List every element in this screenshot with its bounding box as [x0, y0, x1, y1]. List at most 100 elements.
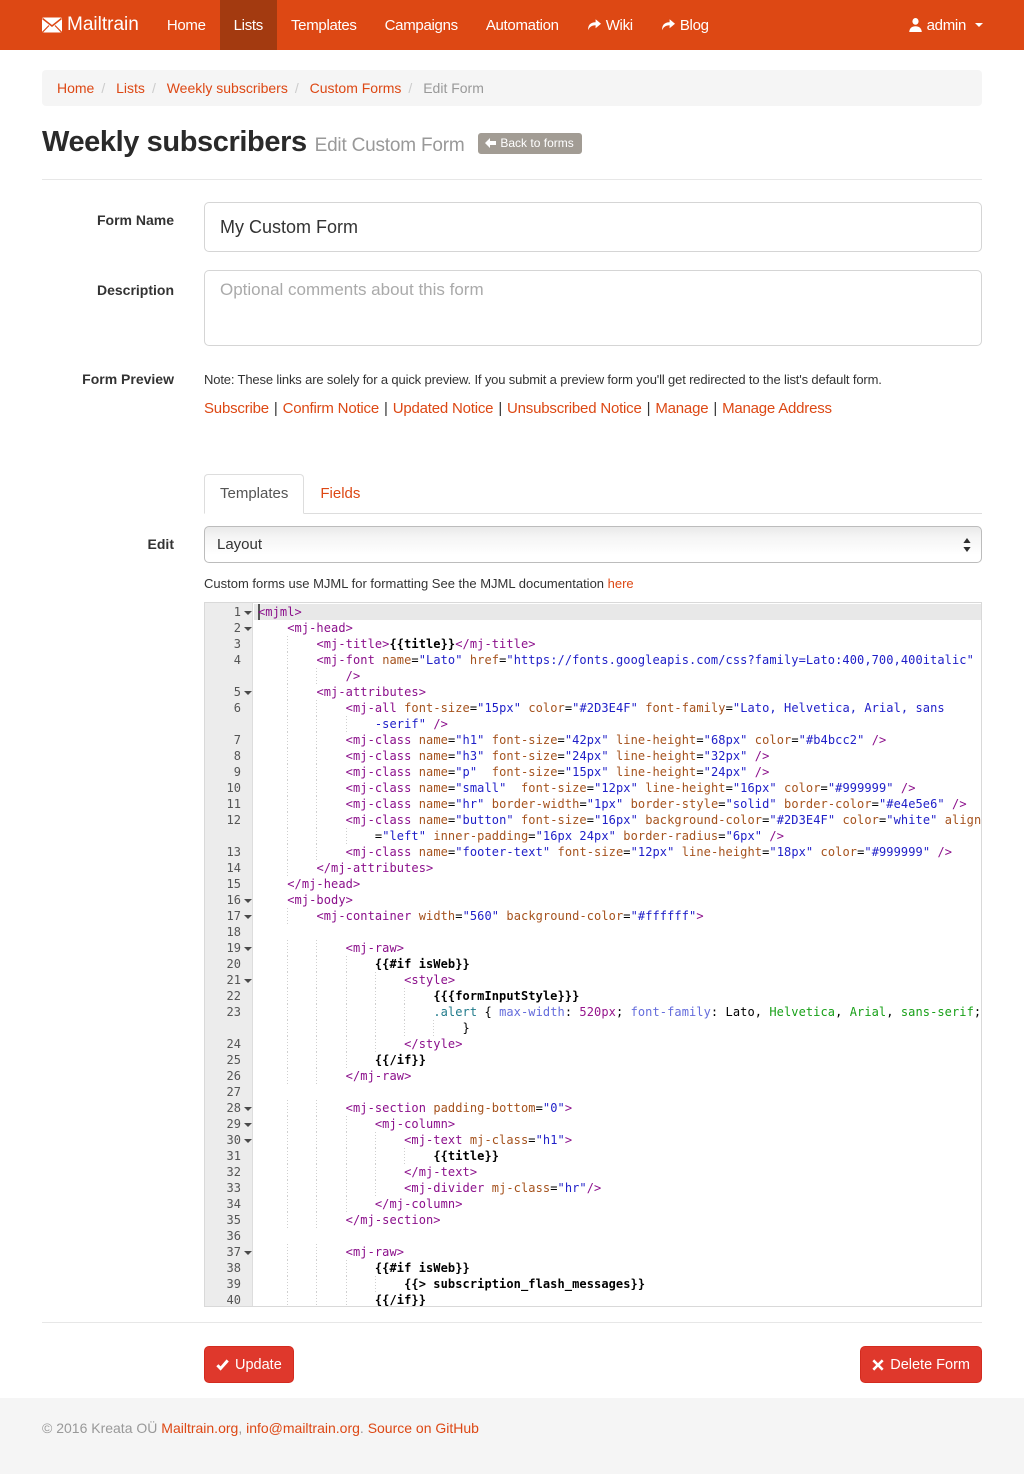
- code-token: [411, 749, 418, 763]
- preview-link-subscribe[interactable]: Subscribe: [204, 400, 269, 417]
- code-token: "12px": [594, 781, 638, 795]
- code-line: 3 <mj-title>{{title}}</mj-title>: [205, 636, 981, 652]
- code-token: [777, 781, 784, 795]
- fold-arrow-icon[interactable]: [244, 1123, 252, 1127]
- edit-template-select[interactable]: Layout: [204, 526, 982, 563]
- code-token: [258, 733, 346, 747]
- code-token: "hr": [558, 1181, 587, 1195]
- nav-item-templates[interactable]: Templates: [277, 0, 371, 50]
- fold-arrow-icon[interactable]: [244, 947, 252, 951]
- code-token: sans-serif: [901, 1005, 974, 1019]
- code-token: color: [755, 733, 792, 747]
- select-caret-icon: [963, 538, 971, 555]
- navbar: Mailtrain Home Lists Templates Campaigns…: [0, 0, 1024, 50]
- breadcrumb-home[interactable]: Home: [57, 80, 94, 96]
- code-line: 28 <mj-section padding-bottom="0">: [205, 1100, 981, 1116]
- code-token: [777, 797, 784, 811]
- preview-links: Subscribe|Confirm Notice|Updated Notice|…: [204, 400, 982, 417]
- preview-link-manage-address[interactable]: Manage Address: [722, 400, 832, 417]
- breadcrumb-list-name[interactable]: Weekly subscribers: [167, 80, 288, 96]
- code-token: "15px": [565, 765, 609, 779]
- code-token: [463, 653, 470, 667]
- code-token: [411, 797, 418, 811]
- code-token: "6px": [726, 829, 763, 843]
- code-token: [747, 749, 754, 763]
- code-token: max-width: [499, 1005, 565, 1019]
- code-token: ,: [835, 1005, 850, 1019]
- fold-arrow-icon[interactable]: [244, 691, 252, 695]
- nav-item-label: Lists: [234, 17, 263, 34]
- code-line: 6 <mj-all font-size="15px" color="#2D3E4…: [205, 700, 981, 716]
- footer-link-email[interactable]: info@mailtrain.org: [246, 1420, 360, 1436]
- fold-arrow-icon[interactable]: [244, 1139, 252, 1143]
- fold-arrow-icon[interactable]: [244, 1107, 252, 1111]
- line-number: 15: [205, 876, 253, 892]
- code-token: "left": [382, 829, 426, 843]
- mjml-help: Custom forms use MJML for formatting See…: [204, 576, 982, 591]
- fold-arrow-icon[interactable]: [244, 611, 252, 615]
- code-token: "16px": [733, 781, 777, 795]
- code-token: background-color: [645, 813, 762, 827]
- fold-arrow-icon[interactable]: [244, 979, 252, 983]
- update-button[interactable]: Update: [204, 1346, 294, 1383]
- brand[interactable]: Mailtrain: [42, 0, 153, 50]
- tab-templates[interactable]: Templates: [204, 474, 304, 514]
- preview-link-confirm-notice[interactable]: Confirm Notice: [283, 400, 379, 417]
- code-token: />: [901, 781, 916, 795]
- code-token: font-size: [404, 701, 470, 715]
- nav-item-label: Blog: [680, 17, 709, 34]
- code-token: [258, 765, 346, 779]
- breadcrumb-custom-forms[interactable]: Custom Forms: [310, 80, 402, 96]
- fold-arrow-icon[interactable]: [244, 1251, 252, 1255]
- code-editor[interactable]: 1<mjml>2 <mj-head>3 <mj-title>{{title}}<…: [204, 602, 982, 1307]
- preview-link-manage[interactable]: Manage: [655, 400, 708, 417]
- nav-item-home[interactable]: Home: [153, 0, 220, 50]
- code-token: "#2D3E4F": [769, 813, 835, 827]
- breadcrumb-lists[interactable]: Lists: [116, 80, 145, 96]
- back-to-forms-button[interactable]: Back to forms: [478, 133, 581, 154]
- code-line: 9 <mj-class name="p" font-size="15px" li…: [205, 764, 981, 780]
- code-token: <mj-title>: [316, 637, 389, 651]
- code-token: "https://fonts.googleapis.com/css?family…: [506, 653, 974, 667]
- code-line: 33 <mj-divider mj-class="hr"/>: [205, 1180, 981, 1196]
- code-token: =: [791, 733, 798, 747]
- code-token: [411, 733, 418, 747]
- nav-item-automation[interactable]: Automation: [472, 0, 573, 50]
- preview-link-updated-notice[interactable]: Updated Notice: [393, 400, 494, 417]
- nav-item-lists[interactable]: Lists: [220, 0, 277, 50]
- code-line: 36: [205, 1228, 981, 1244]
- form-name-input[interactable]: [204, 202, 982, 252]
- code-token: "Lato, Helvetica, Arial, sans: [733, 701, 945, 715]
- code-token: border-width: [492, 797, 580, 811]
- mjml-docs-link[interactable]: here: [608, 576, 634, 591]
- code-token: [258, 1037, 404, 1051]
- footer-link-source[interactable]: Source on GitHub: [368, 1420, 479, 1436]
- fold-arrow-icon[interactable]: [244, 627, 252, 631]
- line-number: 32: [205, 1164, 253, 1180]
- code-token: =: [550, 1181, 557, 1195]
- code-token: : Lato,: [711, 1005, 769, 1019]
- code-token: <mj-container: [316, 909, 411, 923]
- nav-item-campaigns[interactable]: Campaigns: [371, 0, 472, 50]
- fold-arrow-icon[interactable]: [244, 915, 252, 919]
- code-token: <mj-class: [346, 813, 412, 827]
- code-token: padding-bottom: [433, 1101, 535, 1115]
- code-line: 21 <style>: [205, 972, 981, 988]
- code-token: name: [419, 765, 448, 779]
- code-token: </style>: [404, 1037, 462, 1051]
- tab-label[interactable]: Templates: [204, 474, 304, 514]
- code-token: [258, 621, 287, 635]
- line-number: 18: [205, 924, 253, 940]
- footer-link-mailtrain[interactable]: Mailtrain.org: [161, 1420, 238, 1436]
- user-menu[interactable]: admin: [895, 0, 997, 50]
- tab-fields[interactable]: Fields: [304, 474, 376, 514]
- preview-link-unsubscribed-notice[interactable]: Unsubscribed Notice: [507, 400, 642, 417]
- fold-arrow-icon[interactable]: [244, 899, 252, 903]
- code-token: {{title}}: [433, 1149, 499, 1163]
- nav-item-wiki[interactable]: Wiki: [573, 0, 647, 50]
- description-textarea[interactable]: [204, 270, 982, 346]
- tab-label[interactable]: Fields: [304, 474, 376, 514]
- delete-form-button[interactable]: Delete Form: [860, 1346, 982, 1383]
- code-token: "0": [543, 1101, 565, 1115]
- nav-item-blog[interactable]: Blog: [647, 0, 723, 50]
